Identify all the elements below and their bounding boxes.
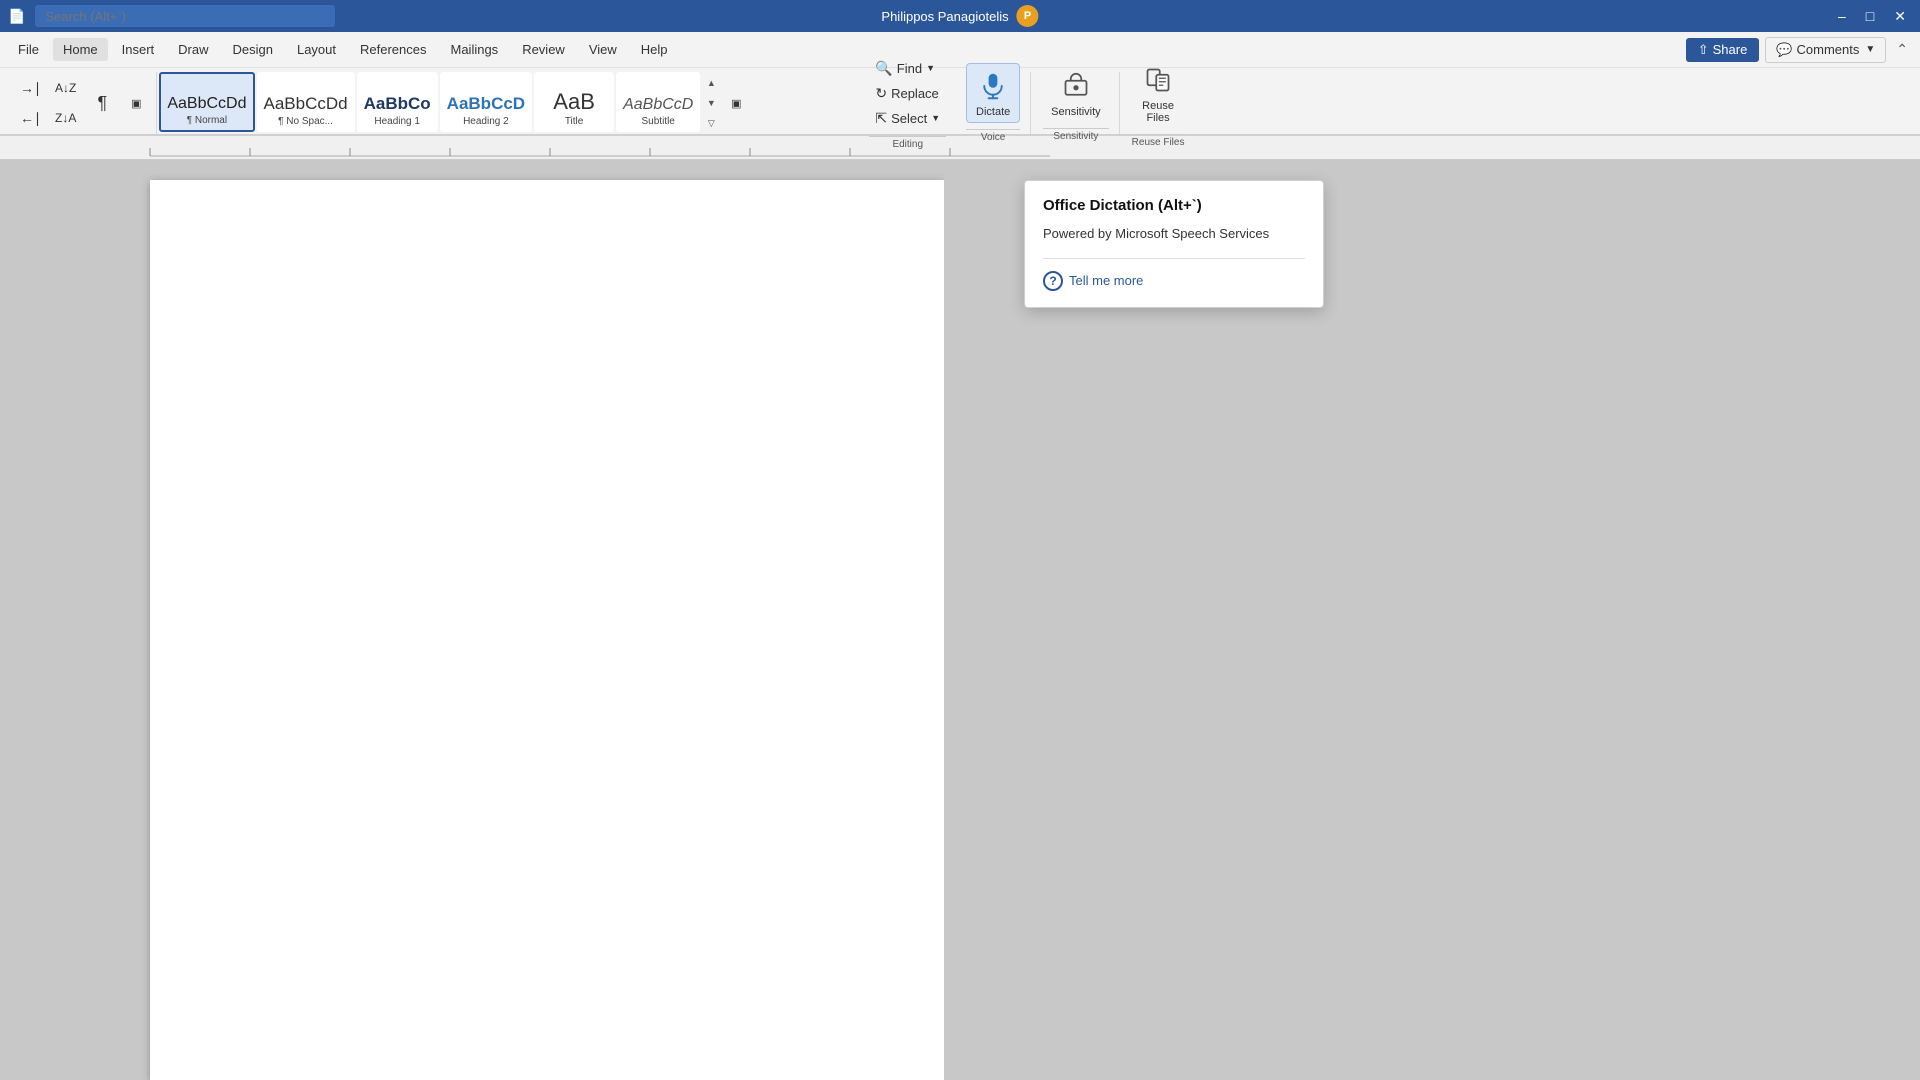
paragraph-settings-button[interactable]: ▣ [122,89,150,117]
right-panel: Office Dictation (Alt+`) Powered by Micr… [944,160,1920,1080]
replace-icon: ↻ [875,85,887,102]
left-margin [0,160,150,1080]
style-subtitle[interactable]: AaBbCcD Subtitle [616,72,700,132]
find-button[interactable]: 🔍 Find ▼ [869,57,946,80]
menu-bar: File Home Insert Draw Design Layout Refe… [0,32,1920,68]
reuse-files-label: ReuseFiles [1142,100,1174,124]
styles-expand-button[interactable]: ▣ [722,89,750,117]
styles-gallery: AaBbCcDd ¶ Normal AaBbCcDd ¶ No Spac... … [159,72,859,134]
style-heading1-preview: AaBbCo [364,95,431,114]
help-circle-icon: ? [1043,271,1063,291]
style-no-spacing[interactable]: AaBbCcDd ¶ No Spac... [257,72,355,132]
styles-scroll-up[interactable]: ▲ [702,73,720,93]
doc-title: Philippos Panagiotelis [881,9,1008,24]
dictate-label: Dictate [976,106,1010,118]
style-heading2-label: Heading 2 [463,116,509,127]
pilcrow-button[interactable]: ¶ [88,89,116,117]
style-subtitle-preview: AaBbCcD [623,96,693,114]
find-icon: 🔍 [875,60,892,77]
tooltip-tell-me-more-link[interactable]: ? Tell me more [1043,271,1305,291]
chevron-down-icon: ▼ [1865,44,1875,55]
sensitivity-label: Sensitivity [1051,106,1101,118]
style-title-label: Title [565,116,584,127]
menu-review[interactable]: Review [512,38,575,61]
menu-bar-right: ⇧ Share 💬 Comments ▼ ⌃ [1686,37,1912,63]
avatar: P [1017,5,1039,27]
styles-list: AaBbCcDd ¶ Normal AaBbCcDd ¶ No Spac... … [159,72,700,134]
reuse-files-button[interactable]: ReuseFiles [1132,58,1184,128]
title-bar: 📄 Philippos Panagiotelis P ‒ □ ✕ [0,0,1920,32]
style-heading1[interactable]: AaBbCo Heading 1 [357,72,438,132]
find-dropdown-icon: ▼ [926,63,935,73]
dictate-button[interactable]: Dictate [966,63,1020,123]
editing-group: 🔍 Find ▼ ↻ Replace ⇱ Select ▼ Editing [861,72,954,134]
select-dropdown-icon: ▼ [931,113,940,123]
styles-scroll-down[interactable]: ▼ [702,93,720,113]
menu-insert[interactable]: Insert [112,38,165,61]
style-heading2-preview: AaBbCcD [447,95,525,114]
style-heading2[interactable]: AaBbCcD Heading 2 [440,72,532,132]
comments-button[interactable]: 💬 Comments ▼ [1765,37,1886,63]
style-no-spacing-preview: AaBbCcDd [264,95,348,114]
sort-button[interactable]: A↓Z [49,74,82,102]
title-bar-right: ‒ □ ✕ [1832,6,1912,27]
increase-indent-button[interactable]: →∣ [14,74,47,102]
reuse-section-label: Reuse Files [1132,134,1185,148]
microphone-icon [975,68,1011,104]
menu-mailings[interactable]: Mailings [441,38,509,61]
document-page[interactable] [150,180,944,1080]
menu-home[interactable]: Home [53,38,108,61]
styles-scroll-buttons: ▲ ▼ ▽ [702,72,720,134]
menu-help[interactable]: Help [631,38,678,61]
style-subtitle-label: Subtitle [642,116,675,127]
style-title[interactable]: AaB Title [534,72,614,132]
reuse-files-group: ReuseFiles Reuse Files [1122,72,1195,134]
ruler-bar [0,136,1920,160]
style-no-spacing-label: ¶ No Spac... [278,116,333,127]
title-search-input[interactable] [35,5,335,27]
sensitivity-icon [1058,68,1094,104]
menu-draw[interactable]: Draw [168,38,218,61]
menu-layout[interactable]: Layout [287,38,346,61]
maximize-button[interactable]: □ [1860,6,1880,26]
comment-icon: 💬 [1776,42,1792,58]
collapse-ribbon-button[interactable]: ⌃ [1892,37,1912,62]
reuse-files-icon [1140,62,1176,98]
main-area: Office Dictation (Alt+`) Powered by Micr… [0,160,1920,1080]
sensitivity-section-label: Sensitivity [1043,128,1109,142]
style-title-preview: AaB [553,90,595,114]
dictate-tooltip: Office Dictation (Alt+`) Powered by Micr… [1024,180,1324,308]
paragraph-group: →∣ A↓Z ←∣ Z↓A ¶ ▣ [8,72,157,134]
replace-button[interactable]: ↻ Replace [869,82,946,105]
share-icon: ⇧ [1698,42,1709,58]
decrease-indent-button[interactable]: ←∣ [14,104,47,132]
select-icon: ⇱ [875,110,887,127]
menu-view[interactable]: View [579,38,627,61]
menu-design[interactable]: Design [223,38,283,61]
voice-group: Dictate Voice [956,72,1031,134]
share-button[interactable]: ⇧ Share [1686,38,1760,62]
style-normal-preview: AaBbCcDd [167,95,246,113]
tooltip-title: Office Dictation (Alt+`) [1043,197,1305,214]
close-button[interactable]: ✕ [1888,6,1912,27]
style-normal-label: ¶ Normal [187,115,227,126]
sensitivity-group: Sensitivity Sensitivity [1033,72,1120,134]
tooltip-divider [1043,258,1305,259]
styles-more[interactable]: ▽ [702,113,720,133]
minimize-button[interactable]: ‒ [1832,6,1852,26]
style-normal[interactable]: AaBbCcDd ¶ Normal [159,72,254,132]
menu-references[interactable]: References [350,38,436,61]
toolbar-strip: →∣ A↓Z ←∣ Z↓A ¶ ▣ AaBbCcDd ¶ Norm [0,68,1920,136]
title-bar-left: 📄 [8,5,335,27]
word-icon: 📄 [8,8,25,25]
sensitivity-button[interactable]: Sensitivity [1043,64,1109,122]
tooltip-description: Powered by Microsoft Speech Services [1043,224,1305,244]
title-bar-center: Philippos Panagiotelis P [881,5,1038,27]
menu-file[interactable]: File [8,38,49,61]
tooltip-link-label: Tell me more [1069,273,1143,288]
sort-z-button[interactable]: Z↓A [49,104,82,132]
style-heading1-label: Heading 1 [374,116,420,127]
select-button[interactable]: ⇱ Select ▼ [869,107,946,130]
